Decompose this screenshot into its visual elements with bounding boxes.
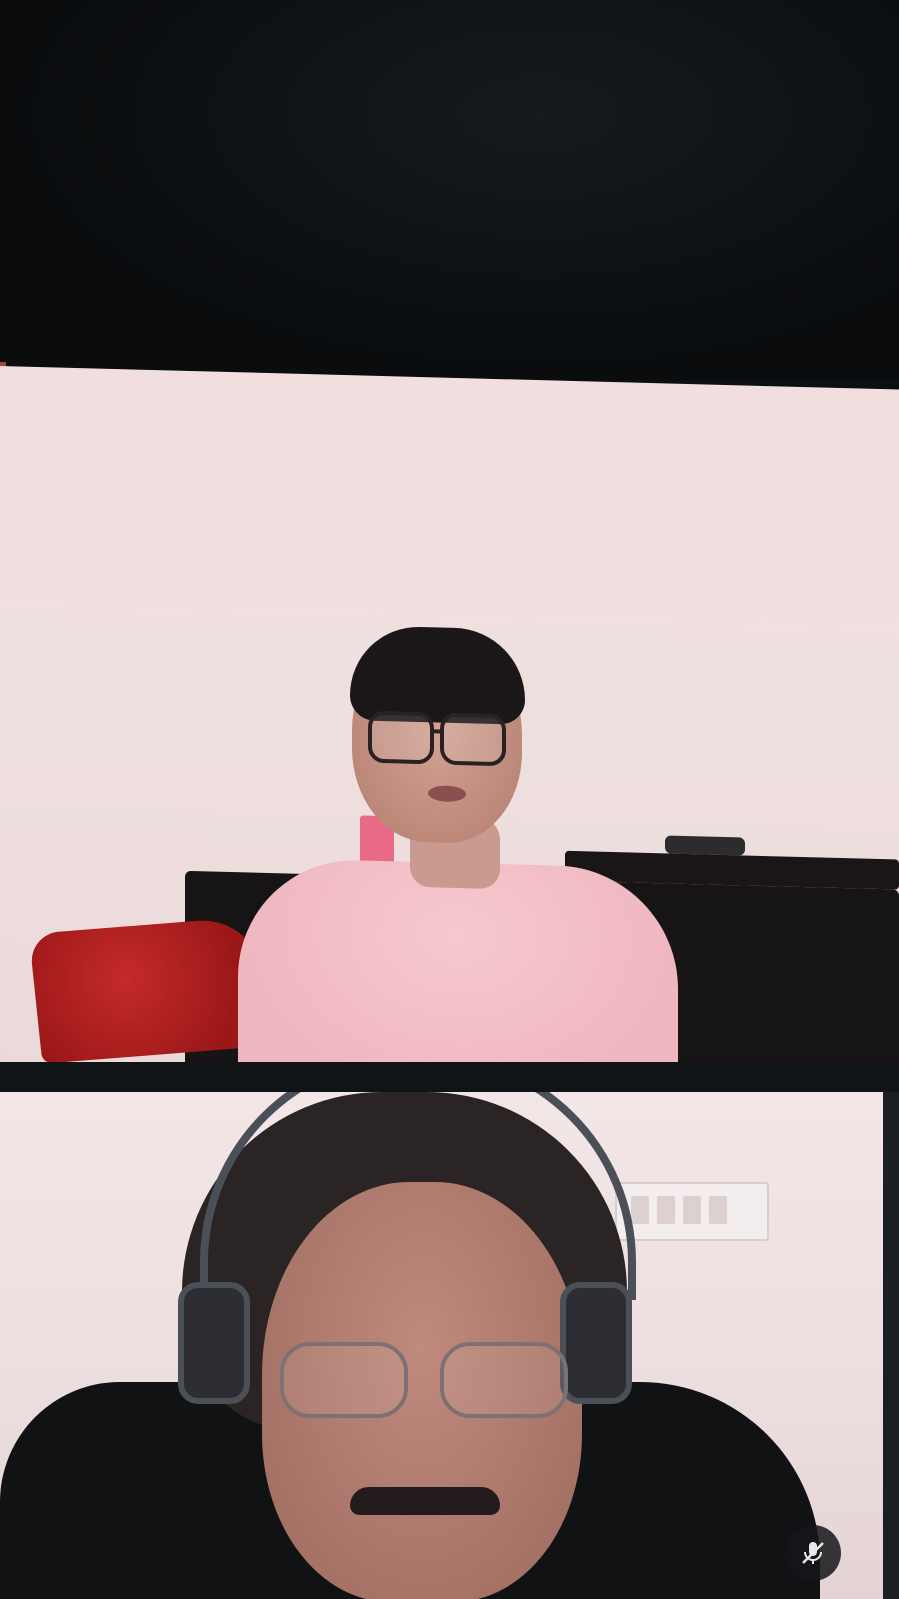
shelf-object <box>665 835 745 856</box>
red-cushion <box>28 916 272 1064</box>
participant-tile-upper[interactable] <box>0 366 899 1098</box>
screen-edge <box>883 1092 899 1599</box>
headset-cup-right <box>560 1282 632 1404</box>
headset-cup-left <box>178 1282 250 1404</box>
participant-1-glasses-bridge <box>430 729 444 734</box>
dark-screen-area <box>0 0 899 380</box>
switch <box>683 1196 701 1224</box>
switch <box>709 1196 727 1224</box>
participant-1-hair <box>350 625 525 725</box>
participant-1-glasses-right <box>440 712 506 767</box>
mic-muted-icon-glyph <box>802 1542 824 1564</box>
video-call-screen <box>0 0 899 1599</box>
participant-1-glasses-left <box>368 710 434 765</box>
participant-2-moustache <box>350 1487 500 1515</box>
switch <box>657 1196 675 1224</box>
switch <box>631 1196 649 1224</box>
headset-band <box>200 1092 636 1300</box>
participant-2-glasses-left <box>280 1342 408 1418</box>
participant-2-glasses-right <box>440 1342 568 1418</box>
participant-tile-lower[interactable] <box>0 1092 899 1599</box>
tile-divider <box>0 1062 899 1092</box>
wall-switchboard <box>615 1182 769 1241</box>
mic-muted-icon[interactable] <box>785 1525 841 1581</box>
